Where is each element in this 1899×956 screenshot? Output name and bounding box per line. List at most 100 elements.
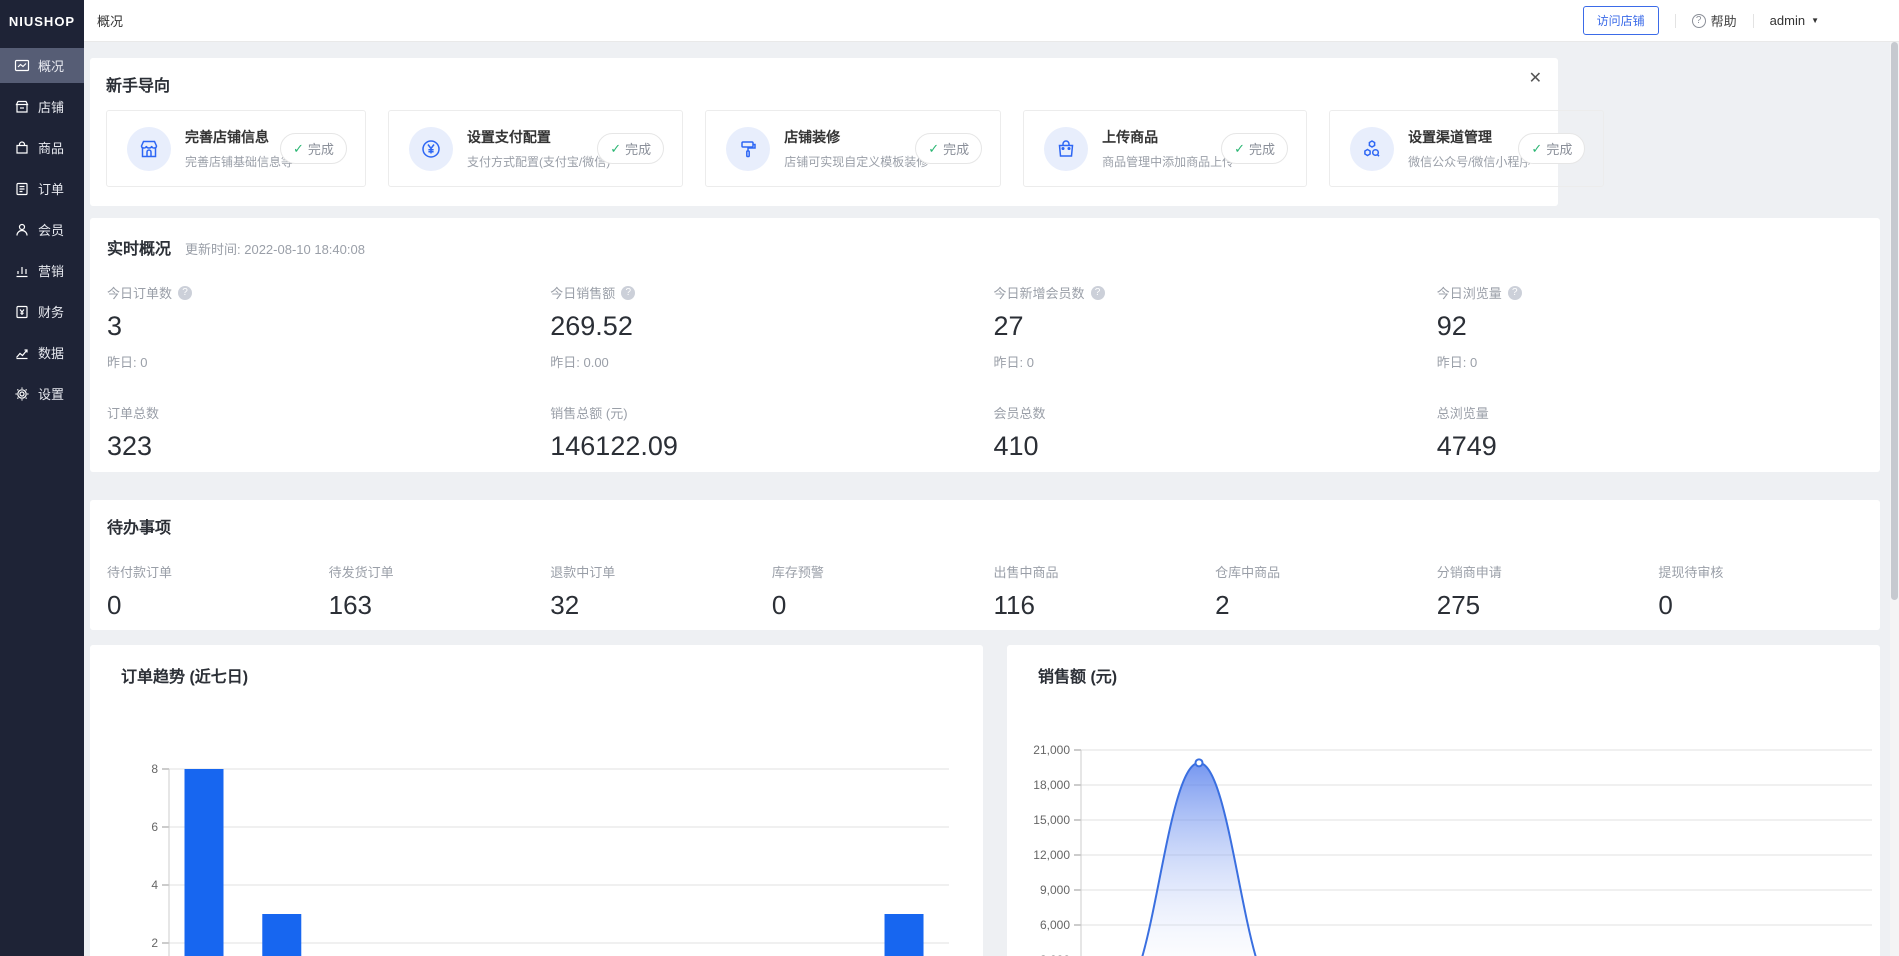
svg-text:15,000: 15,000 [1033,813,1070,827]
help-link[interactable]: ? 帮助 [1692,11,1737,30]
sidebar-item-shop[interactable]: 店铺 [0,89,84,124]
sidebar-item-finance[interactable]: 财务 [0,294,84,329]
todo-distributor-applications[interactable]: 分销商申请 275 [1437,562,1659,621]
todo-refunding-orders[interactable]: 退款中订单 32 [550,562,772,621]
done-badge: ✓ 完成 [280,133,347,164]
upload-goods-icon [1044,127,1088,171]
todo-label: 分销商申请 [1437,562,1659,581]
stat-yesterday: 昨日: 0 [107,352,550,371]
sidebar-item-label: 设置 [38,384,64,403]
close-icon[interactable]: ✕ [1529,68,1542,88]
done-label: 完成 [625,139,651,158]
stat-label: 会员总数 [994,403,1046,422]
question-icon[interactable]: ? [1508,286,1522,300]
scrollbar-thumb[interactable] [1891,42,1898,600]
question-icon[interactable]: ? [1091,286,1105,300]
visit-shop-button[interactable]: 访问店铺 [1583,6,1659,35]
sidebar-item-label: 数据 [38,343,64,362]
sidebar-item-overview[interactable]: 概况 [0,48,84,83]
orders-trend-card: 订单趋势 (近七日) 2468 [90,645,983,956]
guide-tile-desc: 微信公众号/微信小程序 [1408,153,1518,170]
question-icon[interactable]: ? [621,286,635,300]
guide-title: 新手导向 [106,72,1542,96]
data-icon [13,344,30,361]
sidebar-item-members[interactable]: 会员 [0,212,84,247]
guide-tile-upload-goods[interactable]: 上传商品 商品管理中添加商品上传 ✓ 完成 [1023,110,1307,187]
orders-bar-chart: 2468 [90,695,983,956]
newbie-guide-card: 新手导向 ✕ 完善店铺信息 完善店铺基础信息等 ✓ 完成 [90,58,1558,206]
sidebar-nav: 概况 店铺 商品 订单 [0,48,84,411]
svg-text:21,000: 21,000 [1033,743,1070,757]
sidebar-item-goods[interactable]: 商品 [0,130,84,165]
todo-warehouse-goods[interactable]: 仓库中商品 2 [1215,562,1437,621]
pay-yuan-icon [409,127,453,171]
todo-value: 0 [1658,590,1880,621]
todo-value: 2 [1215,590,1437,621]
svg-text:9,000: 9,000 [1040,883,1070,897]
svg-text:4: 4 [151,878,158,892]
sidebar-item-orders[interactable]: 订单 [0,171,84,206]
user-menu[interactable]: admin ▼ [1770,13,1819,28]
sidebar-item-label: 商品 [38,138,64,157]
realtime-header: 实时概况 更新时间: 2022-08-10 18:40:08 [107,235,1880,259]
orders-chart-title: 订单趋势 (近七日) [90,663,983,687]
todo-label: 库存预警 [772,562,994,581]
sales-area-chart: 21,00018,00015,00012,0009,0006,0003,000 [1007,695,1880,956]
stat-value: 146122.09 [550,431,993,462]
check-icon: ✓ [293,141,304,157]
guide-tile-desc: 商品管理中添加商品上传 [1102,153,1221,170]
settings-icon [13,385,30,402]
todo-stock-warning[interactable]: 库存预警 0 [772,562,994,621]
done-badge: ✓ 完成 [1518,133,1585,164]
stat-yesterday: 昨日: 0 [994,352,1437,371]
stat-value: 4749 [1437,431,1880,462]
sidebar-item-data[interactable]: 数据 [0,335,84,370]
guide-tiles: 完善店铺信息 完善店铺基础信息等 ✓ 完成 设置支付配置 支付方式配置(支付宝/… [106,110,1542,187]
stat-total-sales: 销售总额 (元) 146122.09 [550,403,993,462]
help-icon: ? [1692,14,1706,28]
guide-tile-title: 设置支付配置 [467,127,597,147]
header-actions: 访问店铺 ? 帮助 admin ▼ [1583,6,1819,35]
todo-value: 0 [772,590,994,621]
guide-tile-title: 完善店铺信息 [185,127,280,147]
todo-label: 退款中订单 [550,562,772,581]
todo-label: 待发货订单 [329,562,551,581]
sidebar-item-marketing[interactable]: 营销 [0,253,84,288]
guide-tile-title: 店铺装修 [784,127,915,147]
help-label: 帮助 [1711,11,1737,30]
stat-label: 今日订单数 [107,283,172,302]
sales-chart-title: 销售额 (元) [1007,663,1880,687]
stat-value: 323 [107,431,550,462]
sidebar-item-label: 财务 [38,302,64,321]
todo-pending-shipment[interactable]: 待发货订单 163 [329,562,551,621]
guide-tile-text: 上传商品 商品管理中添加商品上传 [1102,127,1221,170]
todo-pending-payment[interactable]: 待付款订单 0 [107,562,329,621]
done-label: 完成 [943,139,969,158]
guide-tile-store-info[interactable]: 完善店铺信息 完善店铺基础信息等 ✓ 完成 [106,110,366,187]
done-badge: ✓ 完成 [1221,133,1288,164]
guide-tile-channel[interactable]: 设置渠道管理 微信公众号/微信小程序 ✓ 完成 [1329,110,1604,187]
overview-icon [13,57,30,74]
question-icon[interactable]: ? [178,286,192,300]
todo-value: 0 [107,590,329,621]
todo-on-sale-goods[interactable]: 出售中商品 116 [994,562,1216,621]
check-icon: ✓ [928,141,939,157]
todo-withdrawal-review[interactable]: 提现待审核 0 [1658,562,1880,621]
stat-today-views: 今日浏览量? 92 昨日: 0 [1437,283,1880,371]
sidebar-item-label: 营销 [38,261,64,280]
check-icon: ✓ [610,141,621,157]
stat-yesterday: 昨日: 0 [1437,352,1880,371]
guide-tile-payment[interactable]: 设置支付配置 支付方式配置(支付宝/微信) ✓ 完成 [388,110,683,187]
todo-value: 275 [1437,590,1659,621]
stat-value: 410 [994,431,1437,462]
sidebar-item-settings[interactable]: 设置 [0,376,84,411]
top-header: 概况 访问店铺 ? 帮助 admin ▼ [84,0,1899,42]
guide-tile-decoration[interactable]: 店铺装修 店铺可实现自定义模板装修 ✓ 完成 [705,110,1001,187]
done-label: 完成 [308,139,334,158]
guide-tile-desc: 支付方式配置(支付宝/微信) [467,153,597,170]
update-time: 更新时间: 2022-08-10 18:40:08 [185,239,365,258]
today-stats-row: 今日订单数? 3 昨日: 0 今日销售额? 269.52 昨日: 0.00 今日… [107,283,1880,371]
finance-icon [13,303,30,320]
todo-label: 待付款订单 [107,562,329,581]
stat-value: 92 [1437,311,1880,342]
